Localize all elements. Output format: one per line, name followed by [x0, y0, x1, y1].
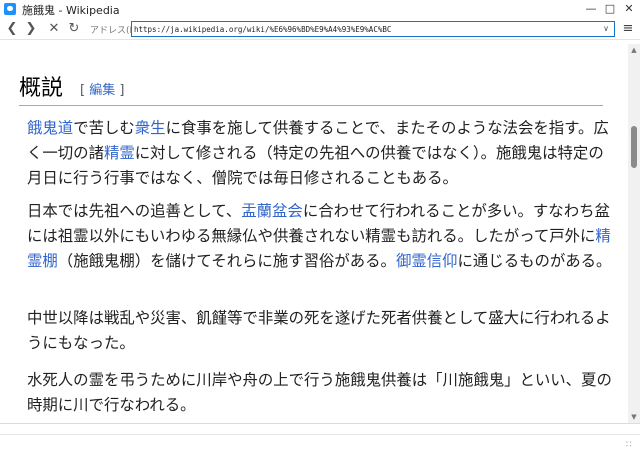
- link-shorei[interactable]: 精霊: [104, 144, 135, 162]
- edit-bracket-close: ]: [115, 83, 125, 98]
- edit-link[interactable]: 編集: [89, 83, 115, 98]
- paragraph-4: 水死人の霊を弔うために川岸や舟の上で行う施餓鬼供養は「川施餓鬼」といい、夏の時期…: [27, 371, 612, 414]
- title-bar: 施餓鬼 - Wikipedia — □ ✕: [0, 0, 640, 18]
- stop-close-icon[interactable]: ✕: [46, 20, 62, 38]
- chat-bubble-icon: [4, 3, 16, 15]
- chevron-right-icon[interactable]: ❯: [23, 20, 39, 38]
- address-bar[interactable]: ∨: [131, 21, 615, 37]
- arrow-up-icon[interactable]: ▲: [628, 44, 640, 56]
- close-icon[interactable]: ✕: [620, 0, 638, 18]
- status-bar: ∷: [0, 423, 640, 453]
- vertical-scrollbar[interactable]: ▲ ▼: [628, 44, 640, 423]
- arrow-down-icon[interactable]: ▼: [628, 411, 640, 423]
- link-shujo[interactable]: 衆生: [135, 119, 166, 137]
- link-gakido[interactable]: 餓鬼道: [27, 119, 73, 137]
- link-urabon-e[interactable]: 盂蘭盆会: [241, 202, 303, 220]
- text: 日本では先祖への追善として、: [27, 202, 242, 220]
- section-heading: 概説: [19, 76, 64, 101]
- paragraph-1: 餓鬼道で苦しむ衆生に食事を施して供養することで、またそのような法会を指す。広く一…: [27, 116, 612, 191]
- scrollbar-thumb[interactable]: [631, 126, 637, 168]
- reload-icon[interactable]: ↻: [66, 20, 82, 38]
- chevron-left-icon[interactable]: ❮: [4, 20, 20, 38]
- link-goryo-shinko[interactable]: 御霊信仰: [396, 252, 458, 270]
- text: で苦しむ: [73, 119, 135, 137]
- paragraph-2: 日本では先祖への追善として、盂蘭盆会に合わせて行われることが多い。すなわち盆には…: [27, 199, 612, 274]
- navigation-bar: ❮ ❯ ✕ ↻ アドレス(D) ∨ ≡: [0, 18, 640, 40]
- minimize-icon[interactable]: —: [582, 0, 600, 18]
- status-divider: [0, 434, 640, 435]
- menu-icon[interactable]: ≡: [620, 20, 636, 38]
- text: に通じるものがある。: [457, 252, 612, 270]
- article-content: 概説 [ 編集 ] 餓鬼道で苦しむ衆生に食事を施して供養することで、またそのよう…: [0, 44, 628, 423]
- paragraph-3: 中世以降は戦乱や災害、飢饉等で非業の死を遂げた死者供養として盛大に行われるように…: [27, 309, 611, 352]
- chevron-down-icon[interactable]: ∨: [600, 22, 612, 36]
- window-title: 施餓鬼 - Wikipedia: [22, 4, 120, 17]
- maximize-icon[interactable]: □: [601, 0, 619, 18]
- edit-bracket-open: [: [80, 83, 90, 98]
- edit-section: [ 編集 ]: [80, 79, 124, 98]
- heading-divider: [19, 105, 603, 106]
- text: （施餓鬼棚）を儲けてそれらに施す習俗がある。: [57, 252, 396, 270]
- address-input[interactable]: [134, 23, 594, 36]
- resize-grip-icon[interactable]: ∷: [626, 440, 636, 450]
